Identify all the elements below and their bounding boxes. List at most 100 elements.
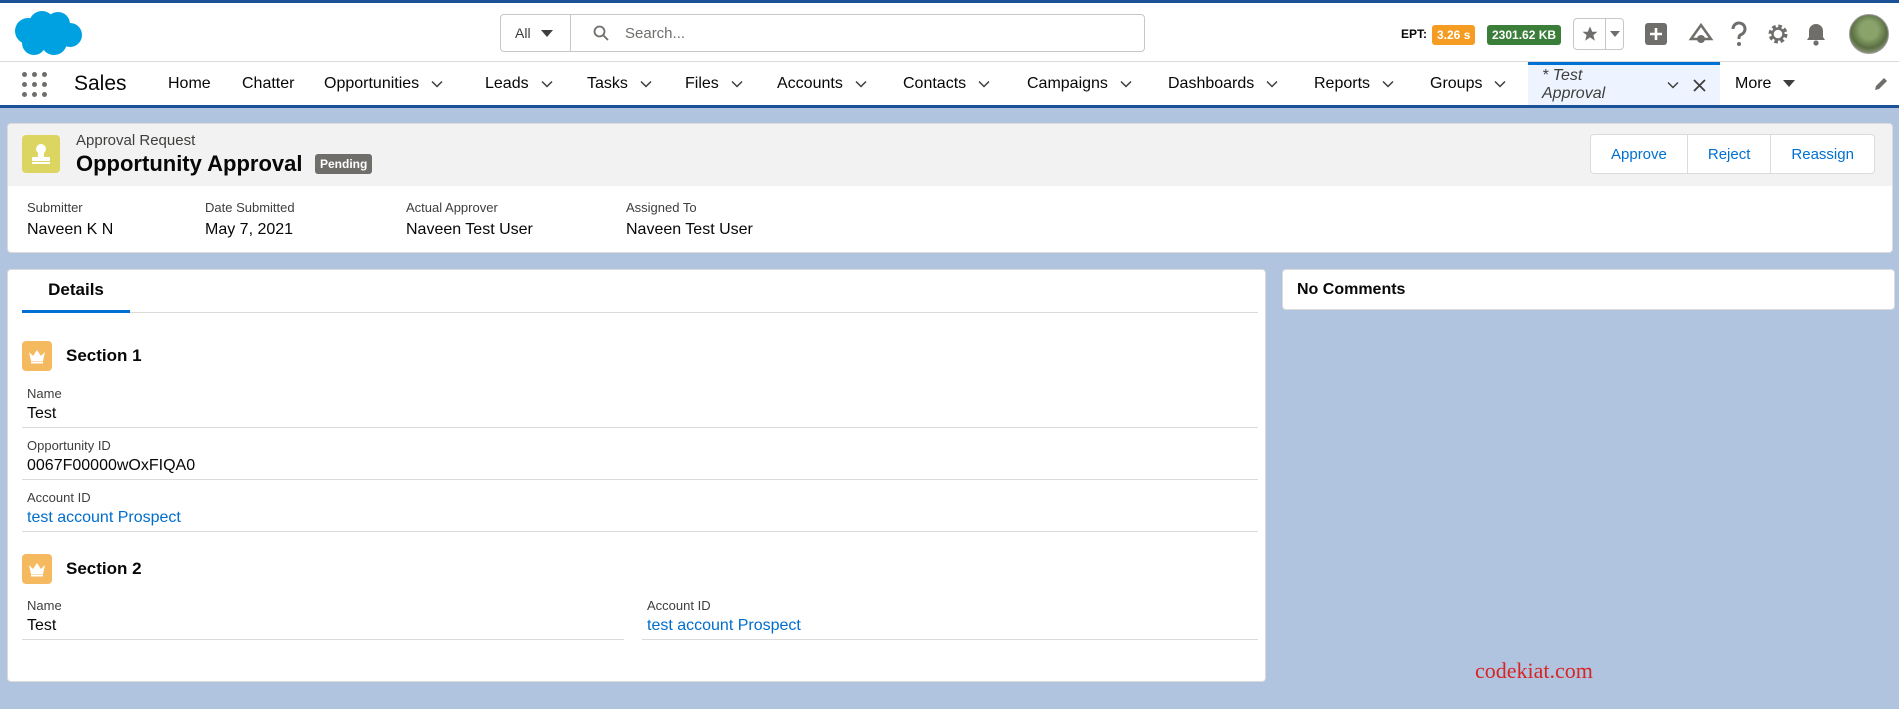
- nav-item-chatter[interactable]: Chatter: [242, 62, 294, 105]
- field-value: Test: [27, 617, 57, 634]
- section-title: Section 2: [66, 559, 142, 578]
- help-button[interactable]: [1726, 21, 1752, 47]
- app-launcher-button[interactable]: [22, 72, 47, 97]
- chevron-down-icon[interactable]: [1494, 78, 1506, 90]
- field-label: Account ID: [27, 490, 91, 505]
- nav-item-contacts[interactable]: Contacts: [903, 62, 990, 105]
- comments-card: No Comments: [1282, 269, 1895, 310]
- field-value: 0067F00000wOxFIQA0: [27, 457, 196, 474]
- global-search: All: [500, 14, 1145, 52]
- reassign-button[interactable]: Reassign: [1771, 135, 1874, 173]
- field-label: Date Submitted: [205, 200, 295, 215]
- highlight-field-actual-approver: Actual Approver Naveen Test User: [406, 200, 533, 239]
- chevron-down-icon[interactable]: [640, 78, 652, 90]
- favorites-group: [1573, 18, 1624, 50]
- trailhead-icon: [1688, 22, 1714, 43]
- chevron-down-icon[interactable]: [731, 78, 743, 90]
- ept-label: EPT:: [1401, 27, 1428, 41]
- action-button-group: Approve Reject Reassign: [1590, 134, 1875, 174]
- notifications-button[interactable]: [1803, 21, 1829, 47]
- salesforce-logo[interactable]: [10, 9, 82, 59]
- nav-item-tasks[interactable]: Tasks: [587, 62, 652, 105]
- edit-nav-button[interactable]: [1873, 62, 1889, 105]
- chevron-down-icon[interactable]: [431, 78, 443, 90]
- nav-item-reports[interactable]: Reports: [1314, 62, 1394, 105]
- search-input[interactable]: [625, 24, 1125, 42]
- chevron-down-icon[interactable]: [541, 78, 553, 90]
- user-avatar[interactable]: [1849, 14, 1889, 54]
- gear-icon: [1768, 24, 1788, 44]
- account-link[interactable]: test account Prospect: [647, 617, 801, 635]
- field-label: Submitter: [27, 200, 83, 215]
- favorites-list-button[interactable]: [1606, 19, 1623, 49]
- field-name: Name Test: [22, 596, 624, 640]
- chevron-down-icon: [1783, 80, 1796, 87]
- record-header: Approval Request Opportunity Approval Pe…: [7, 123, 1893, 253]
- section-title: Section 1: [66, 346, 142, 365]
- tab-label: * Test Approval: [1542, 67, 1606, 102]
- page-title: Opportunity Approval: [76, 151, 303, 176]
- record-type-label: Approval Request: [76, 132, 196, 149]
- chevron-down-icon[interactable]: [978, 78, 990, 90]
- nav-item-label: Chatter: [242, 74, 295, 92]
- nav-item-label: Campaigns: [1027, 74, 1108, 92]
- chevron-down-icon[interactable]: [1120, 78, 1132, 90]
- global-actions-button[interactable]: [1643, 21, 1669, 47]
- app-name: Sales: [74, 72, 127, 95]
- reject-button[interactable]: Reject: [1687, 135, 1772, 173]
- highlight-field-submitter: Submitter Naveen K N: [27, 200, 113, 239]
- chevron-down-icon[interactable]: [855, 78, 867, 90]
- nav-item-label: Leads: [485, 74, 529, 92]
- field-label: Actual Approver: [406, 200, 498, 215]
- field-account-id: Account ID test account Prospect: [22, 488, 1258, 532]
- approval-icon: [22, 135, 60, 173]
- tab-details[interactable]: Details: [22, 270, 130, 313]
- chevron-down-icon: [540, 29, 553, 37]
- nav-item-accounts[interactable]: Accounts: [777, 62, 867, 105]
- tab-bar: Details: [22, 270, 1258, 313]
- nav-more-button[interactable]: More: [1735, 62, 1796, 105]
- setup-button[interactable]: [1765, 21, 1791, 47]
- field-label: Name: [27, 598, 62, 613]
- global-header: All EPT: 3.26 s 2301.62 KB: [0, 0, 1899, 62]
- nav-item-label: Contacts: [903, 74, 967, 92]
- nav-item-dashboards[interactable]: Dashboards: [1168, 62, 1278, 105]
- pencil-icon: [1875, 77, 1887, 90]
- account-link[interactable]: test account Prospect: [27, 509, 181, 527]
- field-name: Name Test: [22, 384, 1258, 428]
- nav-item-label: Files: [685, 74, 719, 92]
- ept-time-badge: 3.26 s: [1432, 25, 1476, 45]
- nav-item-label: Dashboards: [1168, 74, 1255, 92]
- field-label: Assigned To: [626, 200, 697, 215]
- nav-item-home[interactable]: Home: [168, 62, 211, 105]
- section-2-header[interactable]: Section 2: [22, 554, 142, 584]
- nav-item-label: Home: [168, 74, 211, 92]
- search-scope-label: All: [515, 25, 531, 41]
- nav-item-files[interactable]: Files: [685, 62, 743, 105]
- field-value: Test: [27, 405, 57, 422]
- chevron-down-icon[interactable]: [1382, 78, 1394, 90]
- trailhead-button[interactable]: [1688, 21, 1714, 47]
- nav-item-label: Reports: [1314, 74, 1371, 92]
- highlight-field-date-submitted: Date Submitted May 7, 2021: [205, 200, 295, 239]
- comments-title: No Comments: [1297, 281, 1406, 298]
- field-value: Naveen Test User: [406, 221, 533, 238]
- search-scope-dropdown[interactable]: All: [501, 15, 571, 51]
- tab-test-approval[interactable]: * Test Approval: [1528, 62, 1720, 105]
- chevron-down-icon[interactable]: [1266, 78, 1278, 90]
- nav-item-opportunities[interactable]: Opportunities: [324, 62, 443, 105]
- chevron-down-icon[interactable]: [1667, 79, 1679, 91]
- section-1-header[interactable]: Section 1: [22, 341, 142, 371]
- approve-button[interactable]: Approve: [1591, 135, 1688, 173]
- nav-item-groups[interactable]: Groups: [1430, 62, 1506, 105]
- favorite-star-button[interactable]: [1574, 19, 1606, 49]
- close-icon[interactable]: [1693, 78, 1706, 92]
- field-label: Account ID: [647, 598, 711, 613]
- bell-icon: [1807, 24, 1825, 46]
- nav-item-label: Groups: [1430, 74, 1483, 92]
- search-icon: [593, 25, 609, 41]
- field-label: Opportunity ID: [27, 438, 111, 453]
- nav-item-campaigns[interactable]: Campaigns: [1027, 62, 1132, 105]
- field-value: May 7, 2021: [205, 221, 294, 238]
- nav-item-leads[interactable]: Leads: [485, 62, 553, 105]
